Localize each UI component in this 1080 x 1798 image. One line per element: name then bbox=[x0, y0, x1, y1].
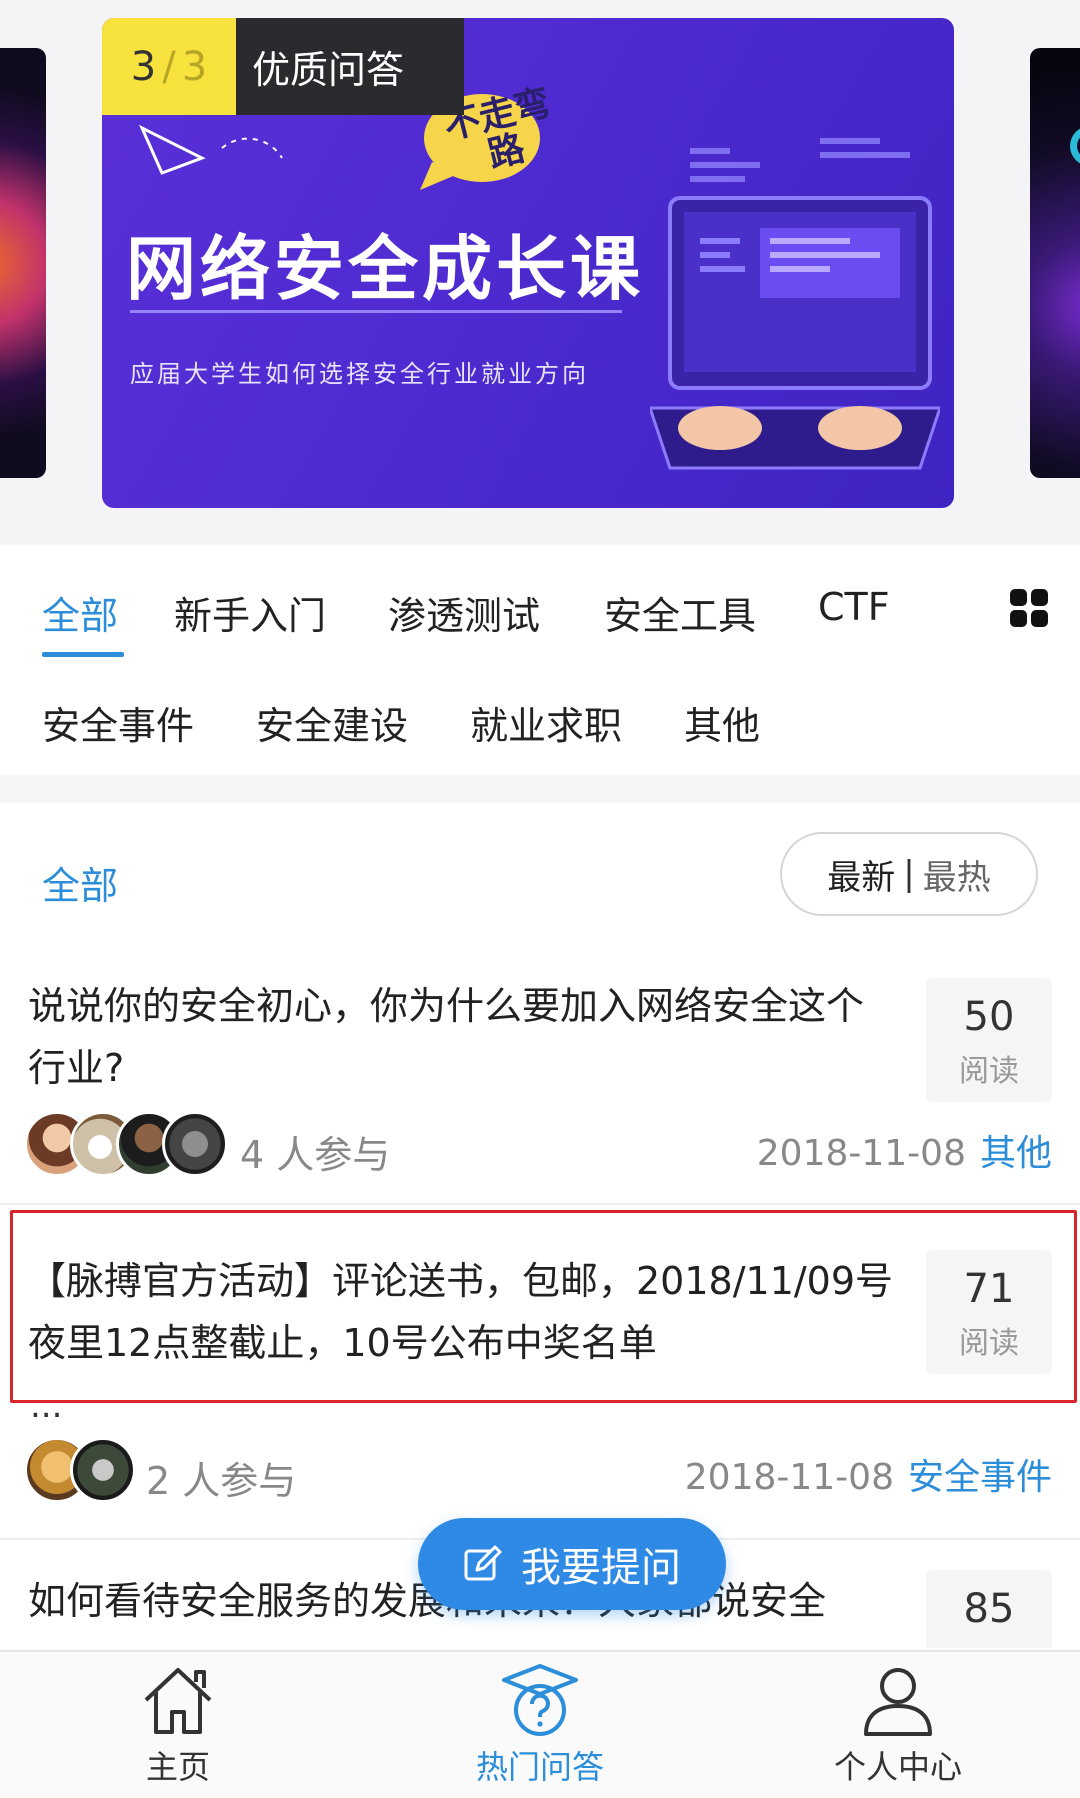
read-count-box: 85 bbox=[926, 1570, 1052, 1648]
read-label: 阅读 bbox=[959, 1326, 1019, 1361]
read-label: 阅读 bbox=[959, 1054, 1019, 1089]
post-title[interactable]: 说说你的安全初心，你为什么要加入网络安全这个行业? bbox=[28, 975, 898, 1099]
tab-pentest[interactable]: 渗透测试 bbox=[388, 585, 540, 640]
read-count-box: 50 阅读 bbox=[926, 978, 1052, 1102]
list-item[interactable]: 【脉搏官方活动】评论送书，包邮，2018/11/09号夜里12点整截止，10号公… bbox=[0, 1250, 1080, 1390]
slide-counter: 3/3 优质问答 bbox=[102, 18, 464, 115]
graduation-question-icon bbox=[502, 1664, 578, 1736]
ask-question-label: 我要提问 bbox=[521, 1545, 681, 1591]
participant-count: 4 人参与 bbox=[240, 1133, 391, 1177]
post-meta: 2018-11-08 安全事件 bbox=[685, 1448, 1052, 1500]
next-banner-slide[interactable] bbox=[1030, 48, 1080, 478]
post-tag[interactable]: 安全事件 bbox=[908, 1457, 1052, 1498]
slide-index: 3/3 bbox=[102, 18, 236, 115]
list-divider bbox=[0, 1203, 1080, 1205]
banner-headline: 网络安全成长课 bbox=[126, 228, 644, 310]
previous-banner-slide[interactable] bbox=[0, 48, 46, 478]
banner-slide-current[interactable]: 不走弯路 网络安全成长课 应届大学生如何选择安全行业就业方向 3/3 优质问答 bbox=[102, 18, 954, 508]
tab-all[interactable]: 全部 bbox=[42, 585, 118, 640]
banner-subtitle: 应届大学生如何选择安全行业就业方向 bbox=[130, 360, 589, 388]
nav-hot-qa[interactable]: 热门问答 bbox=[440, 1660, 640, 1788]
banner-tag: 优质问答 bbox=[236, 18, 464, 115]
nav-home[interactable]: 主页 bbox=[78, 1660, 278, 1788]
post-date: 2018-11-08 bbox=[684, 1457, 894, 1498]
sort-newest[interactable]: 最新 bbox=[827, 850, 895, 899]
nav-home-label: 主页 bbox=[145, 1748, 210, 1786]
read-count: 71 bbox=[963, 1266, 1015, 1312]
home-icon bbox=[144, 1668, 212, 1734]
ring-logo-icon bbox=[1070, 126, 1080, 166]
nav-hot-qa-label: 热门问答 bbox=[475, 1748, 604, 1786]
laptop-illustration-icon bbox=[650, 138, 940, 470]
current-filter-label: 全部 bbox=[42, 864, 119, 908]
post-meta: 2018-11-08 其他 bbox=[757, 1124, 1052, 1176]
tab-jobs[interactable]: 就业求职 bbox=[470, 695, 622, 750]
sort-separator: | bbox=[903, 854, 915, 894]
read-count: 85 bbox=[963, 1586, 1015, 1632]
edit-icon bbox=[464, 1545, 502, 1581]
avatar bbox=[162, 1111, 228, 1177]
sort-toggle[interactable]: 最新 | 最热 bbox=[780, 832, 1038, 916]
read-count-box: 71 阅读 bbox=[926, 1250, 1052, 1374]
tab-beginner[interactable]: 新手入门 bbox=[174, 585, 326, 640]
tab-security-construction[interactable]: 安全建设 bbox=[256, 695, 408, 750]
banner-carousel[interactable]: 不走弯路 网络安全成长课 应届大学生如何选择安全行业就业方向 3/3 优质问答 bbox=[0, 0, 1080, 545]
active-tab-indicator bbox=[42, 652, 124, 657]
tab-security-events[interactable]: 安全事件 bbox=[42, 695, 194, 750]
tab-other[interactable]: 其他 bbox=[684, 695, 760, 750]
more-categories-grid-icon[interactable] bbox=[1010, 589, 1048, 627]
participant-count: 2 人参与 bbox=[146, 1459, 297, 1503]
tab-security-tools[interactable]: 安全工具 bbox=[604, 585, 756, 640]
avatar bbox=[70, 1437, 136, 1503]
ask-question-button[interactable]: 我要提问 bbox=[418, 1518, 726, 1610]
category-tabs: 全部 新手入门 渗透测试 安全工具 CTF 安全事件 安全建设 就业求职 其他 bbox=[0, 545, 1080, 775]
post-date: 2018-11-08 bbox=[756, 1133, 966, 1174]
bottom-nav: 主页 热门问答 个人中心 bbox=[0, 1650, 1080, 1798]
title-ellipsis: ... bbox=[30, 1386, 63, 1426]
participant-avatars[interactable] bbox=[24, 1111, 228, 1177]
nav-profile-label: 个人中心 bbox=[833, 1748, 962, 1786]
paper-plane-icon bbox=[138, 124, 283, 175]
participant-avatars[interactable] bbox=[24, 1437, 136, 1503]
sort-hottest[interactable]: 最热 bbox=[923, 850, 991, 899]
tab-ctf[interactable]: CTF bbox=[818, 585, 890, 629]
section-gap bbox=[0, 775, 1080, 803]
nav-profile[interactable]: 个人中心 bbox=[798, 1660, 998, 1788]
read-count: 50 bbox=[963, 994, 1015, 1040]
banner-divider bbox=[130, 310, 622, 313]
post-title[interactable]: 【脉搏官方活动】评论送书，包邮，2018/11/09号夜里12点整截止，10号公… bbox=[28, 1250, 898, 1374]
post-tag[interactable]: 其他 bbox=[980, 1133, 1052, 1174]
user-icon bbox=[864, 1668, 932, 1736]
